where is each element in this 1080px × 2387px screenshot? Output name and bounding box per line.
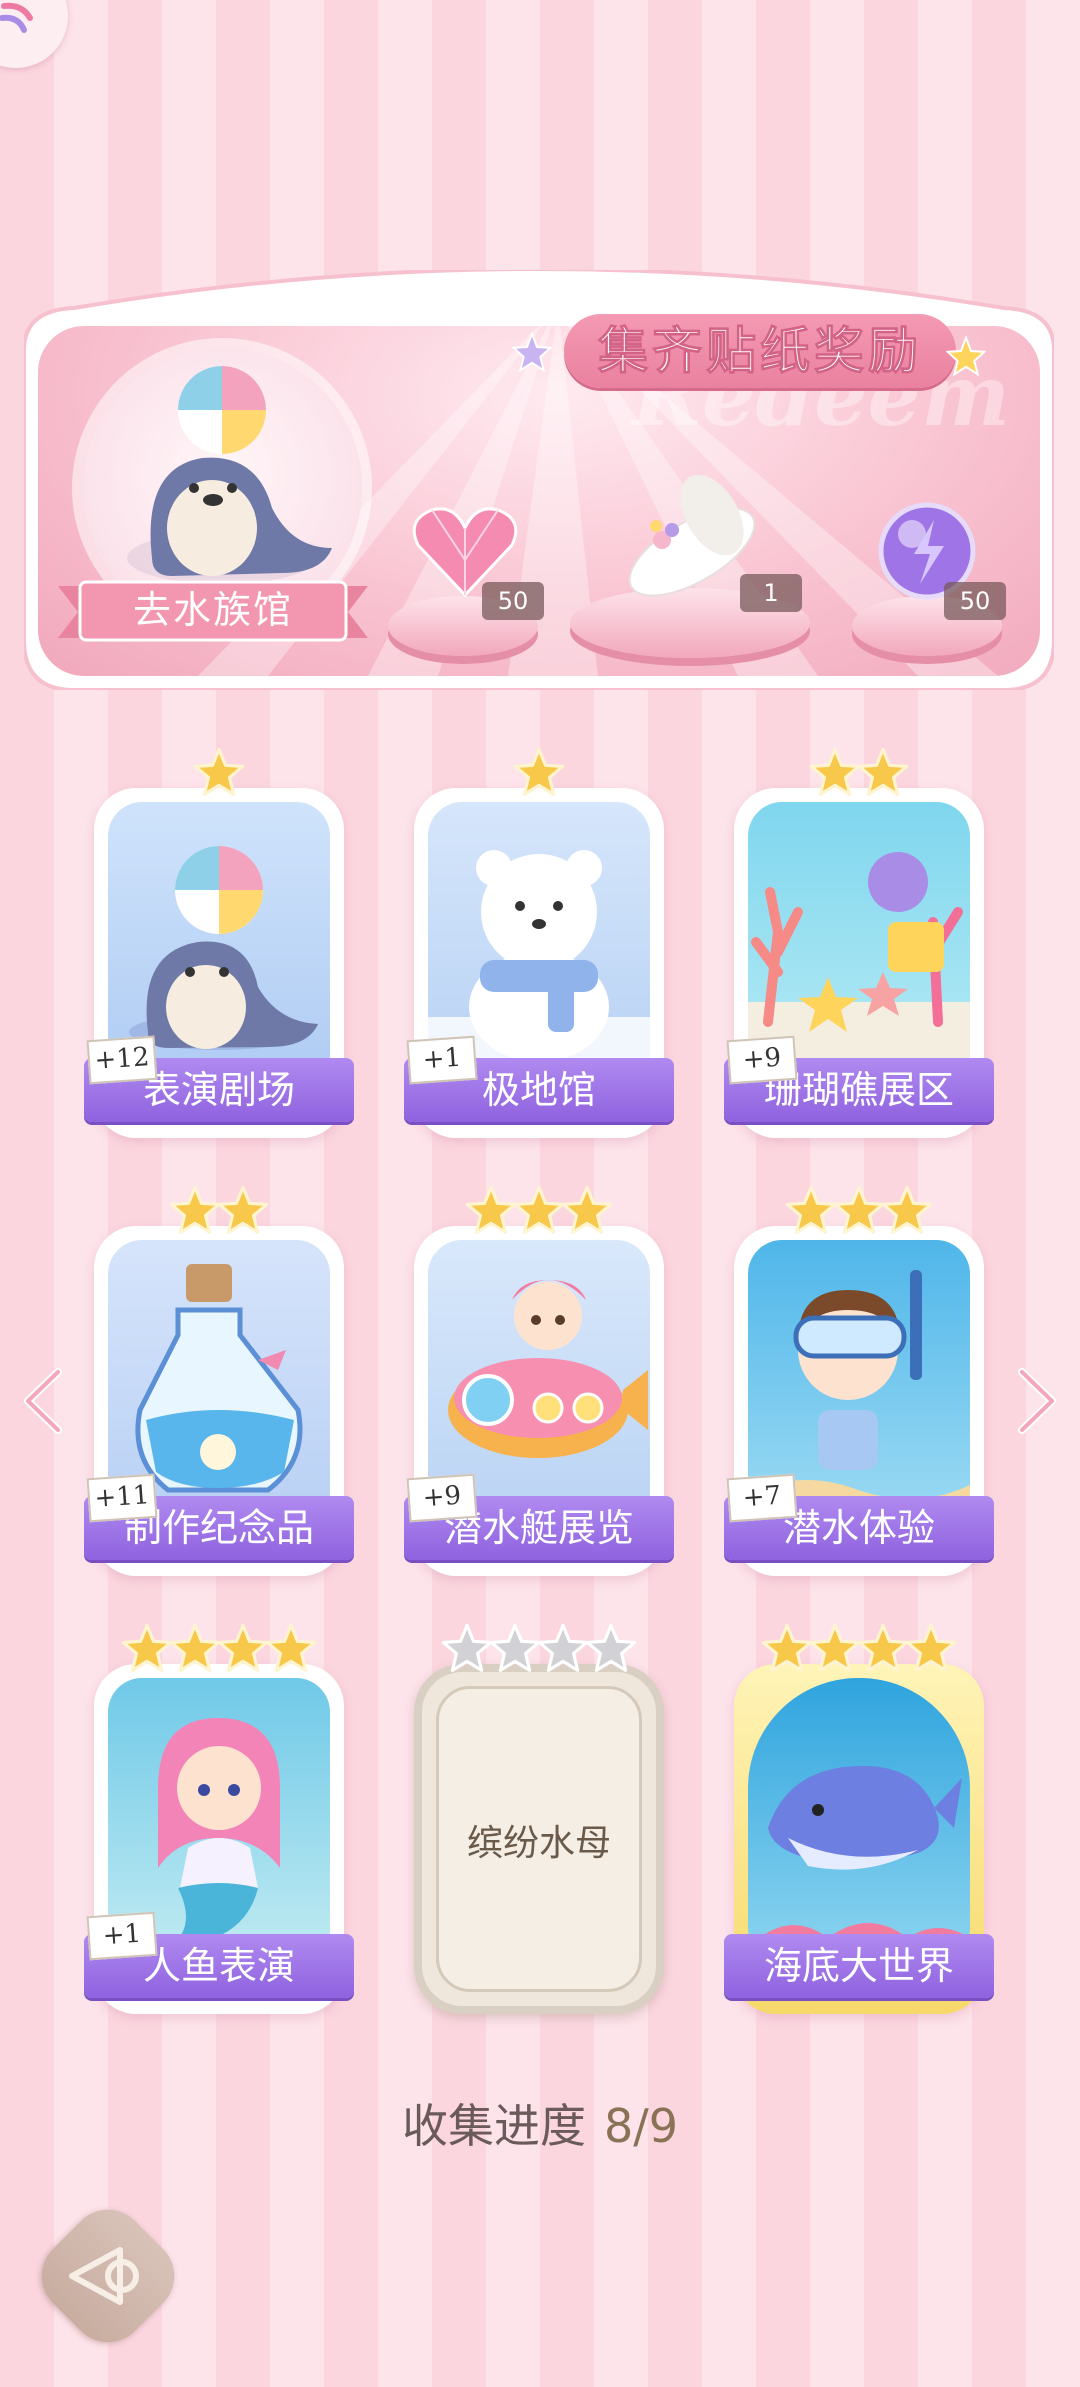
gold-star-icon [761, 1623, 813, 1672]
gold-star-icon [809, 747, 861, 796]
gold-star-icon [513, 747, 565, 796]
menu-button[interactable] [0, 0, 68, 68]
gold-star-icon [946, 336, 986, 376]
gold-star-icon [561, 1185, 613, 1234]
sticker-card[interactable]: 缤纷水母 [414, 1623, 664, 2014]
reward-banner: Redeem 集齐贴纸奖励 去水族馆 50 1 50 [24, 270, 1054, 690]
go-aquarium-button[interactable]: 去水族馆 [58, 578, 368, 644]
rarity-stars [734, 1622, 984, 1678]
gold-star-icon [857, 1623, 909, 1672]
gold-star-icon [193, 747, 245, 796]
next-page-arrow-icon[interactable] [1014, 1366, 1060, 1436]
gold-star-icon [169, 1185, 221, 1234]
rarity-stars [94, 1184, 344, 1240]
rarity-stars [94, 746, 344, 802]
gold-star-icon [513, 1185, 565, 1234]
collection-progress: 收集进度 8/9 [0, 2090, 1080, 2156]
gold-star-icon [217, 1623, 269, 1672]
whale-icon [748, 1678, 970, 1968]
sticker-card[interactable]: 制作纪念品 +11 [84, 1185, 354, 1576]
gold-star-icon [217, 1185, 269, 1234]
duplicate-count-badge: +7 [726, 1473, 798, 1523]
sticker-card[interactable]: 潜水艇展览 +9 [404, 1185, 674, 1576]
grey-star-icon [537, 1623, 589, 1672]
rarity-stars [734, 1184, 984, 1240]
gold-star-icon [169, 1623, 221, 1672]
gold-star-icon [785, 1185, 837, 1234]
duplicate-count-badge: +12 [86, 1035, 158, 1085]
gold-star-icon [809, 1623, 861, 1672]
lavender-star-icon [512, 332, 552, 372]
pinwheel-icon [0, 2, 33, 33]
banner-title: 集齐贴纸奖励 [564, 314, 956, 388]
duplicate-count-badge: +1 [86, 1911, 158, 1961]
sticker-card[interactable]: 表演剧场 +12 [84, 747, 354, 1138]
back-arrow-icon [69, 2247, 139, 2305]
card-label: 缤纷水母 [466, 1823, 611, 1864]
grey-star-icon [489, 1623, 541, 1672]
gold-star-icon [857, 747, 909, 796]
rarity-stars [734, 746, 984, 802]
rarity-stars [414, 746, 664, 802]
gold-star-icon [465, 1185, 517, 1234]
reward-count: 1 [740, 574, 802, 612]
sticker-card[interactable]: 极地馆 +1 [404, 747, 674, 1138]
duplicate-count-badge: +9 [406, 1473, 478, 1523]
sticker-card[interactable]: 人鱼表演 +1 [84, 1623, 354, 2014]
duplicate-count-badge: +11 [86, 1473, 158, 1523]
duplicate-count-badge: +1 [406, 1035, 478, 1085]
sticker-card[interactable]: 珊瑚礁展区 +9 [724, 747, 994, 1138]
gold-star-icon [121, 1623, 173, 1672]
progress-label: 收集进度 [401, 2099, 586, 2153]
rarity-stars [414, 1184, 664, 1240]
duplicate-count-badge: +9 [726, 1035, 798, 1085]
gold-star-icon [265, 1623, 317, 1672]
gold-star-icon [881, 1185, 933, 1234]
card-label: 海底大世界 [724, 1934, 994, 1998]
prev-page-arrow-icon[interactable] [20, 1366, 66, 1436]
reward-count: 50 [944, 582, 1006, 620]
gold-star-icon [905, 1623, 957, 1672]
reward-count: 50 [482, 582, 544, 620]
progress-value: 8/9 [603, 2099, 679, 2153]
sticker-card[interactable]: 海底大世界 [724, 1623, 994, 2014]
grey-star-icon [585, 1623, 637, 1672]
rarity-stars [414, 1622, 664, 1678]
rarity-stars [94, 1622, 344, 1678]
grey-star-icon [441, 1623, 493, 1672]
sticker-card[interactable]: 潜水体验 +7 [724, 1185, 994, 1576]
gold-star-icon [833, 1185, 885, 1234]
